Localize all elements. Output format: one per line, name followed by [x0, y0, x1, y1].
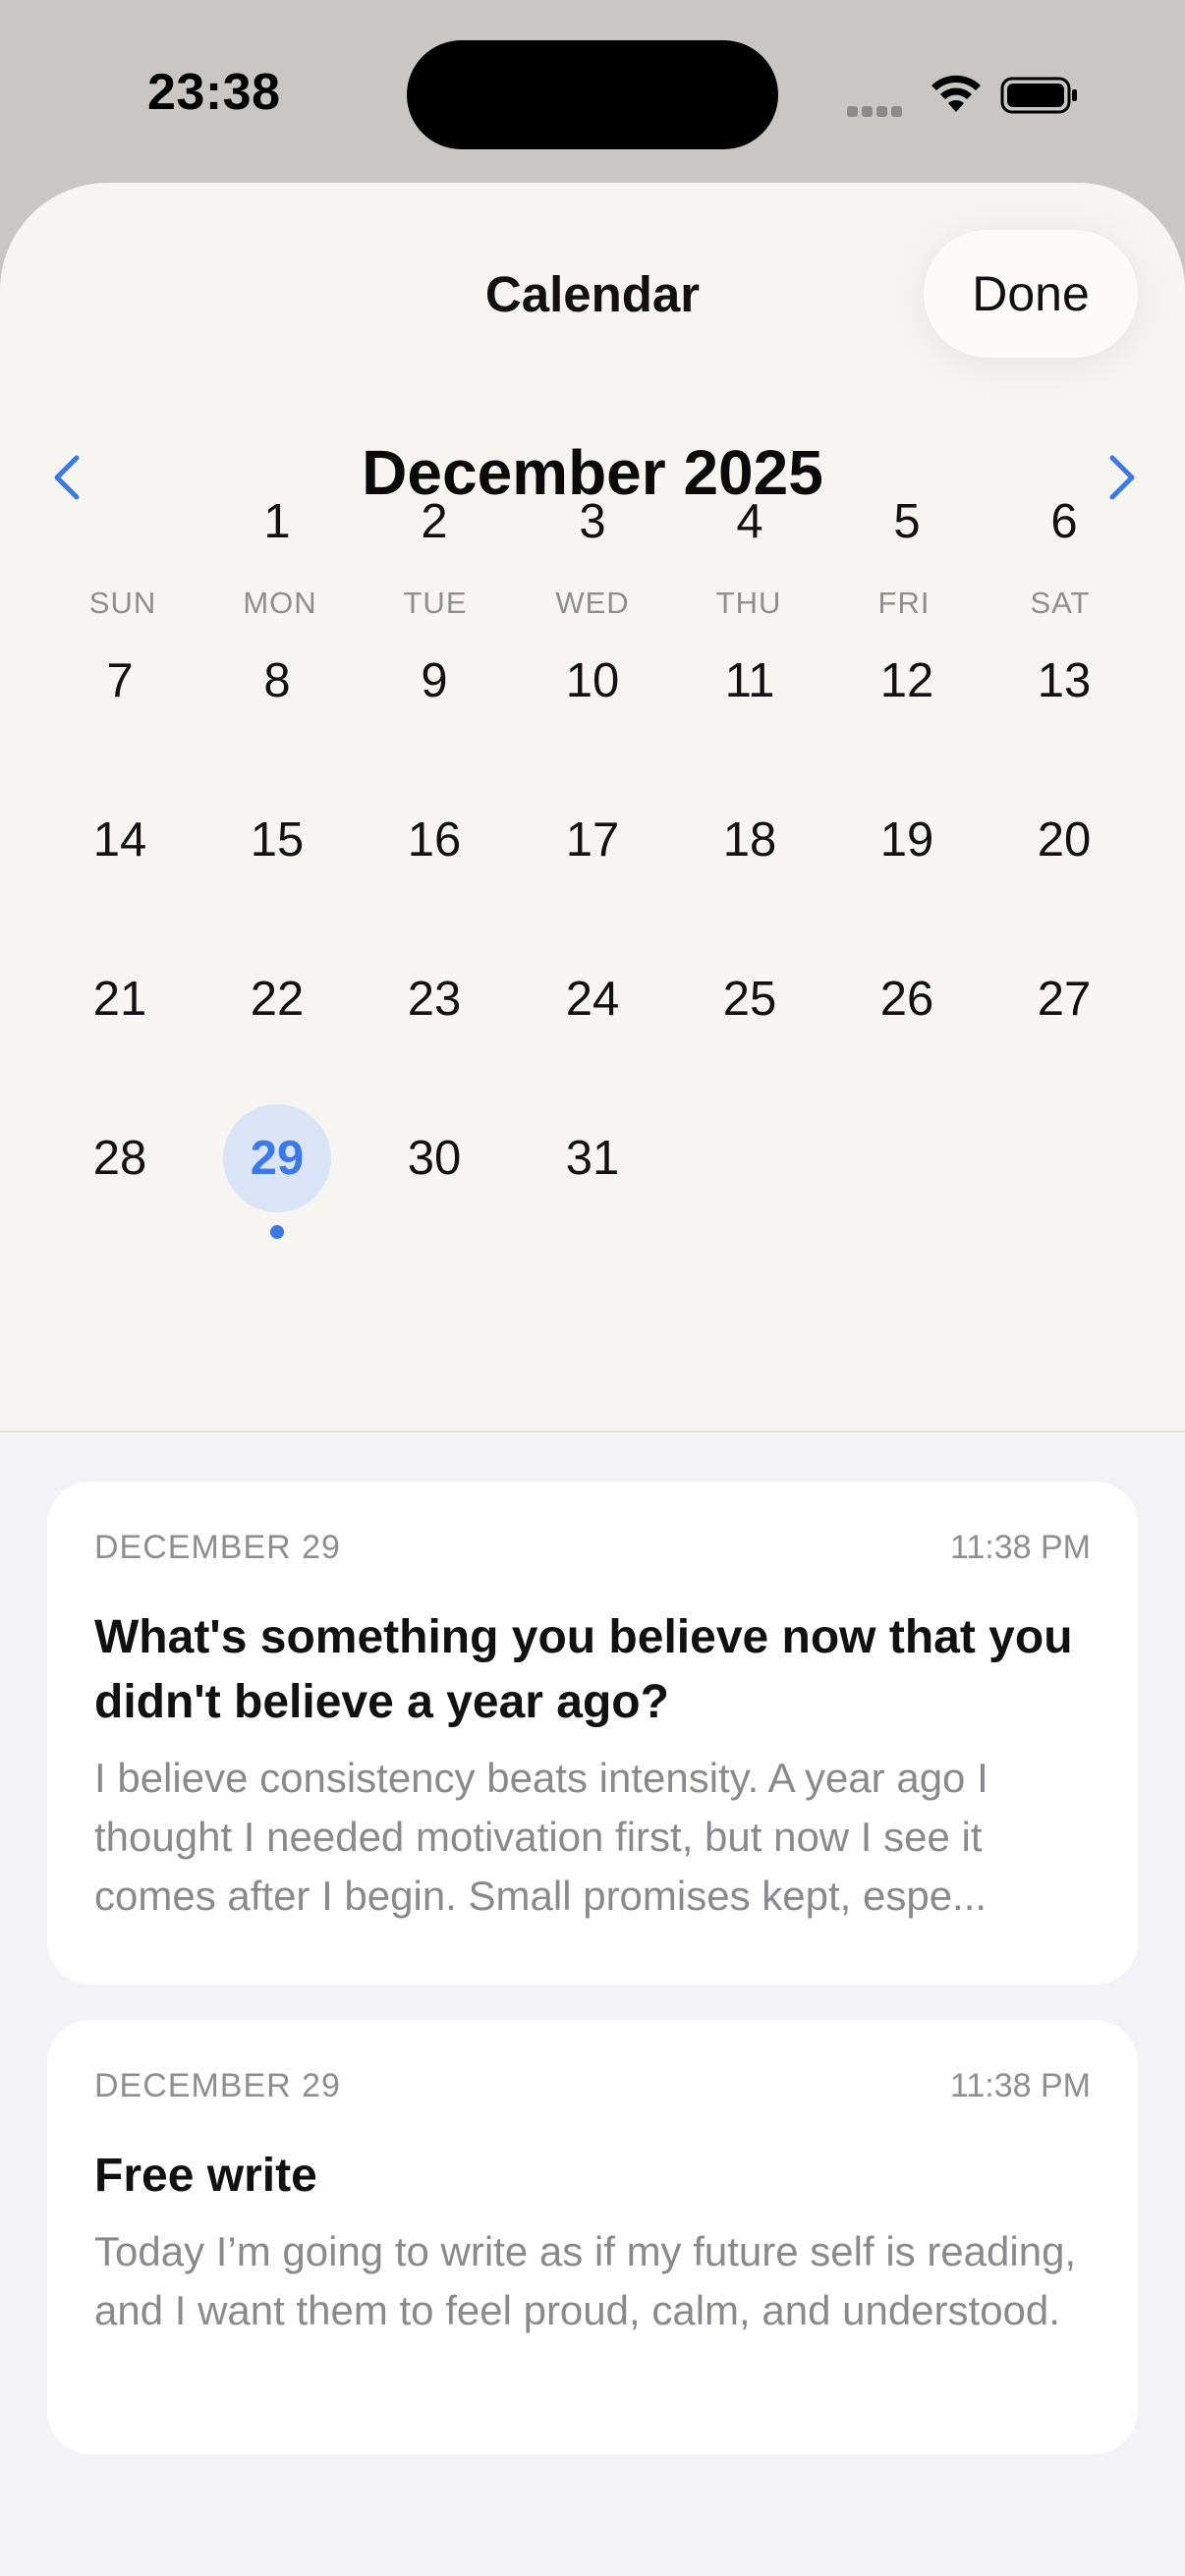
status-icons	[847, 69, 1093, 124]
battery-icon	[1000, 77, 1077, 114]
entry-preview: Today I’m going to write as if my future…	[94, 2228, 1077, 2333]
day-cell[interactable]: 8	[223, 627, 331, 735]
weekday-label: THU	[715, 586, 782, 620]
entry-time: 11:38 PM	[949, 2067, 1091, 2104]
entry-title: Free write	[94, 2150, 317, 2202]
entry-date: DECEMBER 29	[94, 1529, 341, 1566]
entry-indicator-dot	[270, 1225, 284, 1239]
day-cell[interactable]: 5	[853, 468, 961, 576]
day-cell[interactable]: 12	[853, 627, 961, 735]
weekday-label: SUN	[88, 586, 157, 620]
entry-title: What's something you believe now that yo…	[94, 1611, 1073, 1728]
day-cell[interactable]: 4	[696, 468, 804, 576]
day-cell[interactable]: 16	[380, 786, 488, 894]
day-cell[interactable]: 3	[538, 468, 647, 576]
day-cell[interactable]: 30	[380, 1104, 488, 1212]
weekday-label: SAT	[1030, 586, 1091, 620]
day-cell[interactable]: 14	[66, 786, 174, 894]
day-cell[interactable]: 28	[66, 1104, 174, 1212]
day-cell[interactable]: 26	[853, 945, 961, 1053]
day-cell[interactable]: 17	[538, 786, 647, 894]
day-cell[interactable]: 18	[696, 786, 804, 894]
done-button[interactable]: Done	[924, 230, 1138, 358]
entry-date: DECEMBER 29	[94, 2067, 341, 2104]
day-cell-selected[interactable]: 29	[223, 1104, 331, 1212]
day-cell[interactable]: 10	[538, 627, 647, 735]
day-cell[interactable]: 1	[223, 468, 331, 576]
day-cell[interactable]: 20	[1010, 786, 1118, 894]
day-cell[interactable]: 7	[66, 627, 174, 735]
weekday-header: SUN MON TUE WED THU FRI SAT	[0, 586, 1185, 625]
day-cell[interactable]: 11	[696, 627, 804, 735]
day-cell[interactable]: 22	[223, 945, 331, 1053]
day-cell[interactable]: 27	[1010, 945, 1118, 1053]
weekday-label: FRI	[877, 586, 931, 620]
day-cell[interactable]: 13	[1010, 627, 1118, 735]
weekday-label: TUE	[403, 586, 468, 620]
calendar-sheet: Calendar Done December 2025 SUN MON TUE …	[0, 183, 1185, 2576]
wifi-icon	[931, 75, 981, 112]
day-cell[interactable]: 2	[380, 468, 488, 576]
status-time: 23:38	[147, 64, 281, 121]
day-cell[interactable]: 31	[538, 1104, 647, 1212]
entry-card[interactable]: DECEMBER 29 11:38 PM Free write Today I’…	[47, 2020, 1138, 2454]
day-cell[interactable]: 25	[696, 945, 804, 1053]
entry-card[interactable]: DECEMBER 29 11:38 PM What's something yo…	[47, 1482, 1138, 1985]
weekday-label: WED	[555, 586, 630, 620]
day-cell[interactable]: 19	[853, 786, 961, 894]
status-bar: 23:38	[0, 0, 1185, 187]
day-cell[interactable]: 15	[223, 786, 331, 894]
entry-preview: I believe consistency beats intensity. A…	[94, 1755, 988, 1919]
day-cell[interactable]: 9	[380, 627, 488, 735]
dynamic-island	[407, 40, 778, 149]
day-cell[interactable]: 6	[1010, 468, 1118, 576]
day-cell[interactable]: 21	[66, 945, 174, 1053]
weekday-label: MON	[243, 586, 317, 620]
calendar-panel: Calendar Done December 2025 SUN MON TUE …	[0, 183, 1185, 1432]
entry-time: 11:38 PM	[949, 1529, 1091, 1566]
day-cell[interactable]: 23	[380, 945, 488, 1053]
day-cell[interactable]: 24	[538, 945, 647, 1053]
cellular-signal-icon	[847, 104, 906, 122]
